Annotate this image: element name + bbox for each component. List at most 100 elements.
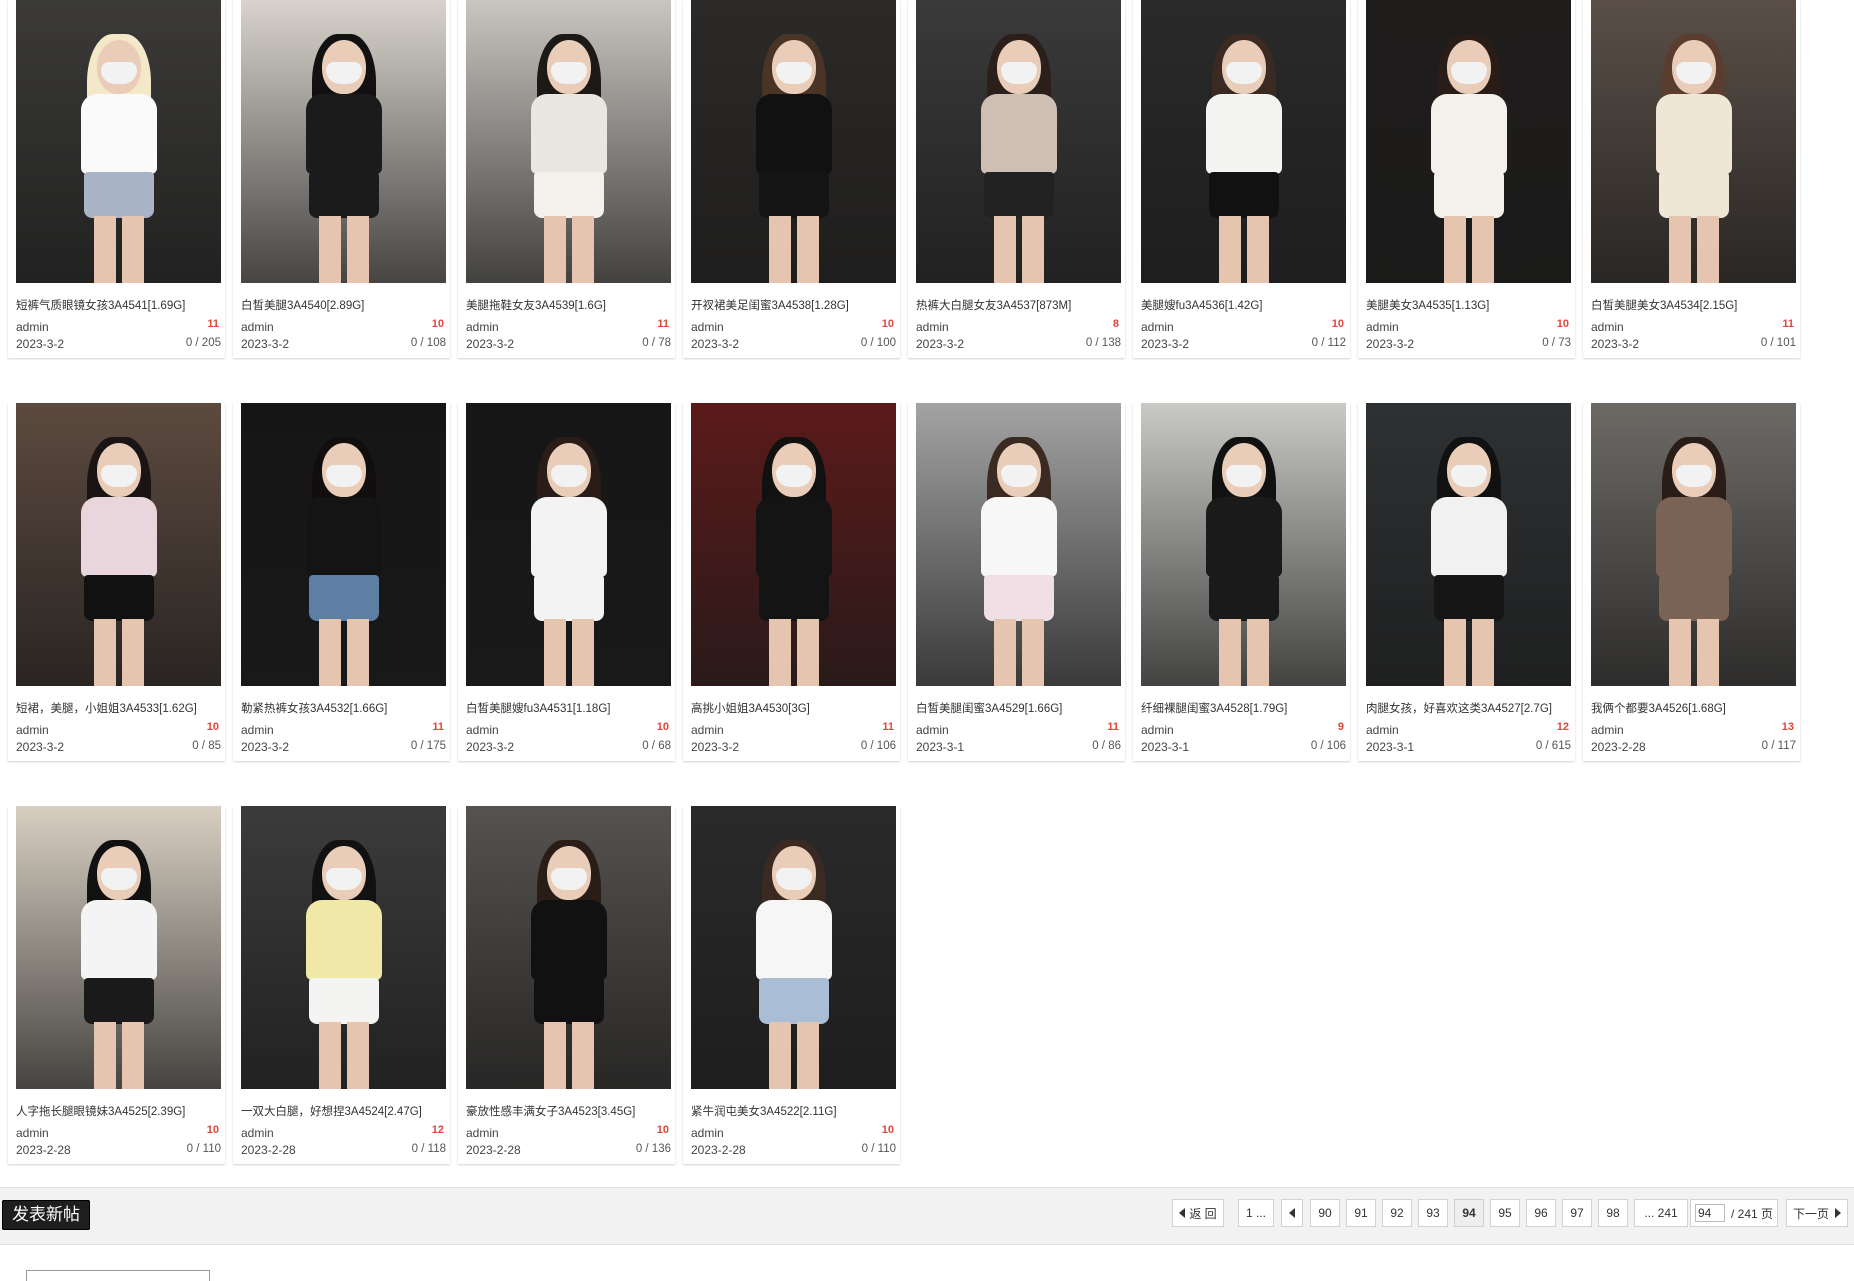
- page-link[interactable]: 97: [1562, 1199, 1592, 1227]
- thread-thumbnail[interactable]: [1591, 0, 1796, 283]
- page-link[interactable]: 90: [1310, 1199, 1340, 1227]
- thread-title[interactable]: 白皙美腿嫂fu3A4531[1.18G]: [466, 700, 676, 716]
- thread-author[interactable]: admin: [466, 723, 499, 737]
- thread-thumbnail[interactable]: [241, 806, 446, 1089]
- image-count-badge: 9: [1337, 721, 1344, 733]
- thread-title[interactable]: 开衩裙美足闺蜜3A4538[1.28G]: [691, 297, 901, 313]
- thread-date: 2023-3-2: [1366, 337, 1415, 351]
- thread-title[interactable]: 肉腿女孩，好喜欢这类3A4527[2.7G]: [1366, 700, 1576, 716]
- thread-title[interactable]: 短裤气质眼镜女孩3A4541[1.69G]: [16, 297, 226, 313]
- thread-author[interactable]: admin: [1366, 320, 1399, 334]
- thread-title[interactable]: 白皙美腿美女3A4534[2.15G]: [1591, 297, 1801, 313]
- last-page-link[interactable]: ... 241: [1634, 1199, 1688, 1227]
- thread-title[interactable]: 人字拖长腿眼镜妹3A4525[2.39G]: [16, 1103, 226, 1119]
- thread-author[interactable]: admin: [1141, 723, 1174, 737]
- page-link[interactable]: 92: [1382, 1199, 1412, 1227]
- thread-author[interactable]: admin: [691, 723, 724, 737]
- thread-title[interactable]: 高挑小姐姐3A4530[3G]: [691, 700, 901, 716]
- thread-thumbnail[interactable]: [691, 806, 896, 1089]
- thread-author[interactable]: admin: [16, 320, 49, 334]
- thread-thumbnail[interactable]: [241, 0, 446, 283]
- thread-card[interactable]: 纤细裸腿闺蜜3A4528[1.79G] admin 9 2023-3-1 0 / 106: [1133, 403, 1350, 761]
- thread-card[interactable]: 短裤气质眼镜女孩3A4541[1.69G] admin 11 2023-3-2 0 / …: [8, 0, 225, 358]
- thread-card[interactable]: 美腿美女3A4535[1.13G] admin 10 2023-3-2 0 / 73: [1358, 0, 1575, 358]
- thread-title[interactable]: 美腿嫂fu3A4536[1.42G]: [1141, 297, 1351, 313]
- thread-author[interactable]: admin: [1366, 723, 1399, 737]
- thread-thumbnail[interactable]: [1141, 0, 1346, 283]
- thread-author[interactable]: admin: [16, 1126, 49, 1140]
- first-page-link[interactable]: 1 ...: [1238, 1199, 1274, 1227]
- thread-author[interactable]: admin: [691, 320, 724, 334]
- thread-author[interactable]: admin: [466, 1126, 499, 1140]
- thread-author[interactable]: admin: [691, 1126, 724, 1140]
- thread-author[interactable]: admin: [916, 723, 949, 737]
- thread-thumbnail[interactable]: [916, 0, 1121, 283]
- thread-thumbnail[interactable]: [241, 403, 446, 686]
- thread-author[interactable]: admin: [1141, 320, 1174, 334]
- thread-card[interactable]: 肉腿女孩，好喜欢这类3A4527[2.7G] admin 12 2023-3-1 0 /…: [1358, 403, 1575, 761]
- page-link[interactable]: 98: [1598, 1199, 1628, 1227]
- thread-thumbnail[interactable]: [16, 0, 221, 283]
- back-button[interactable]: 返 回: [1172, 1199, 1224, 1227]
- page-link[interactable]: 93: [1418, 1199, 1448, 1227]
- thread-card[interactable]: 一双大白腿，好想捏3A4524[2.47G] admin 12 2023-2-28 0 …: [233, 806, 450, 1164]
- thread-card[interactable]: 开衩裙美足闺蜜3A4538[1.28G] admin 10 2023-3-2 0 / 1…: [683, 0, 900, 358]
- thread-card[interactable]: 短裙，美腿，小姐姐3A4533[1.62G] admin 10 2023-3-2 0 /…: [8, 403, 225, 761]
- thread-card[interactable]: 美腿嫂fu3A4536[1.42G] admin 10 2023-3-2 0 / 112: [1133, 0, 1350, 358]
- thread-author[interactable]: admin: [1591, 723, 1624, 737]
- thread-thumbnail[interactable]: [916, 403, 1121, 686]
- thread-author[interactable]: admin: [16, 723, 49, 737]
- thread-thumbnail[interactable]: [466, 403, 671, 686]
- thread-title[interactable]: 短裙，美腿，小姐姐3A4533[1.62G]: [16, 700, 226, 716]
- thread-date: 2023-3-2: [691, 740, 740, 754]
- thread-card[interactable]: 人字拖长腿眼镜妹3A4525[2.39G] admin 10 2023-2-28 0 /…: [8, 806, 225, 1164]
- page-link[interactable]: 91: [1346, 1199, 1376, 1227]
- next-page-button[interactable]: 下一页: [1786, 1199, 1848, 1227]
- thread-author[interactable]: admin: [916, 320, 949, 334]
- thread-title[interactable]: 紧牛润屯美女3A4522[2.11G]: [691, 1103, 901, 1119]
- thread-thumbnail[interactable]: [16, 806, 221, 1089]
- thread-card[interactable]: 高挑小姐姐3A4530[3G] admin 11 2023-3-2 0 / 106: [683, 403, 900, 761]
- thread-thumbnail[interactable]: [691, 403, 896, 686]
- thread-title[interactable]: 一双大白腿，好想捏3A4524[2.47G]: [241, 1103, 451, 1119]
- thread-thumbnail[interactable]: [1141, 403, 1346, 686]
- thread-title[interactable]: 美腿美女3A4535[1.13G]: [1366, 297, 1576, 313]
- person-figure: [1654, 437, 1734, 686]
- thread-title[interactable]: 美腿拖鞋女友3A4539[1.6G]: [466, 297, 676, 313]
- thread-card[interactable]: 豪放性感丰满女子3A4523[3.45G] admin 10 2023-2-28 0 /…: [458, 806, 675, 1164]
- thread-thumbnail[interactable]: [466, 806, 671, 1089]
- thread-card[interactable]: 白皙美腿3A4540[2.89G] admin 10 2023-3-2 0 / 108: [233, 0, 450, 358]
- thread-title[interactable]: 我俩个都要3A4526[1.68G]: [1591, 700, 1801, 716]
- page-link[interactable]: 95: [1490, 1199, 1520, 1227]
- thread-card[interactable]: 白皙美腿美女3A4534[2.15G] admin 11 2023-3-2 0 / 10…: [1583, 0, 1800, 358]
- thread-thumbnail[interactable]: [16, 403, 221, 686]
- page-link[interactable]: 96: [1526, 1199, 1556, 1227]
- thread-title[interactable]: 纤细裸腿闺蜜3A4528[1.79G]: [1141, 700, 1351, 716]
- thread-card[interactable]: 我俩个都要3A4526[1.68G] admin 13 2023-2-28 0 / 11…: [1583, 403, 1800, 761]
- thread-thumbnail[interactable]: [466, 0, 671, 283]
- thread-title[interactable]: 白皙美腿闺蜜3A4529[1.66G]: [916, 700, 1126, 716]
- thread-author[interactable]: admin: [241, 1126, 274, 1140]
- thread-author[interactable]: admin: [466, 320, 499, 334]
- thread-card[interactable]: 热裤大白腿女友3A4537[873M] admin 8 2023-3-2 0 / 138: [908, 0, 1125, 358]
- current-page[interactable]: 94: [1454, 1199, 1484, 1227]
- prev-page-button[interactable]: [1281, 1199, 1303, 1227]
- thread-card[interactable]: 美腿拖鞋女友3A4539[1.6G] admin 11 2023-3-2 0 / 78: [458, 0, 675, 358]
- thread-author[interactable]: admin: [1591, 320, 1624, 334]
- thread-card[interactable]: 勒紧热裤女孩3A4532[1.66G] admin 11 2023-3-2 0 / 17…: [233, 403, 450, 761]
- thread-title[interactable]: 热裤大白腿女友3A4537[873M]: [916, 297, 1126, 313]
- thread-thumbnail[interactable]: [1366, 403, 1571, 686]
- thread-title[interactable]: 豪放性感丰满女子3A4523[3.45G]: [466, 1103, 676, 1119]
- thread-title[interactable]: 白皙美腿3A4540[2.89G]: [241, 297, 451, 313]
- thread-card[interactable]: 紧牛润屯美女3A4522[2.11G] admin 10 2023-2-28 0 / 1…: [683, 806, 900, 1164]
- thread-thumbnail[interactable]: [1591, 403, 1796, 686]
- thread-thumbnail[interactable]: [691, 0, 896, 283]
- thread-card[interactable]: 白皙美腿嫂fu3A4531[1.18G] admin 10 2023-3-2 0 / 6…: [458, 403, 675, 761]
- thread-card[interactable]: 白皙美腿闺蜜3A4529[1.66G] admin 11 2023-3-1 0 / 86: [908, 403, 1125, 761]
- thread-author[interactable]: admin: [241, 723, 274, 737]
- thread-title[interactable]: 勒紧热裤女孩3A4532[1.66G]: [241, 700, 451, 716]
- new-post-button[interactable]: 发表新帖: [2, 1200, 90, 1230]
- thread-thumbnail[interactable]: [1366, 0, 1571, 283]
- thread-author[interactable]: admin: [241, 320, 274, 334]
- page-jump-input[interactable]: 94: [1694, 1204, 1725, 1222]
